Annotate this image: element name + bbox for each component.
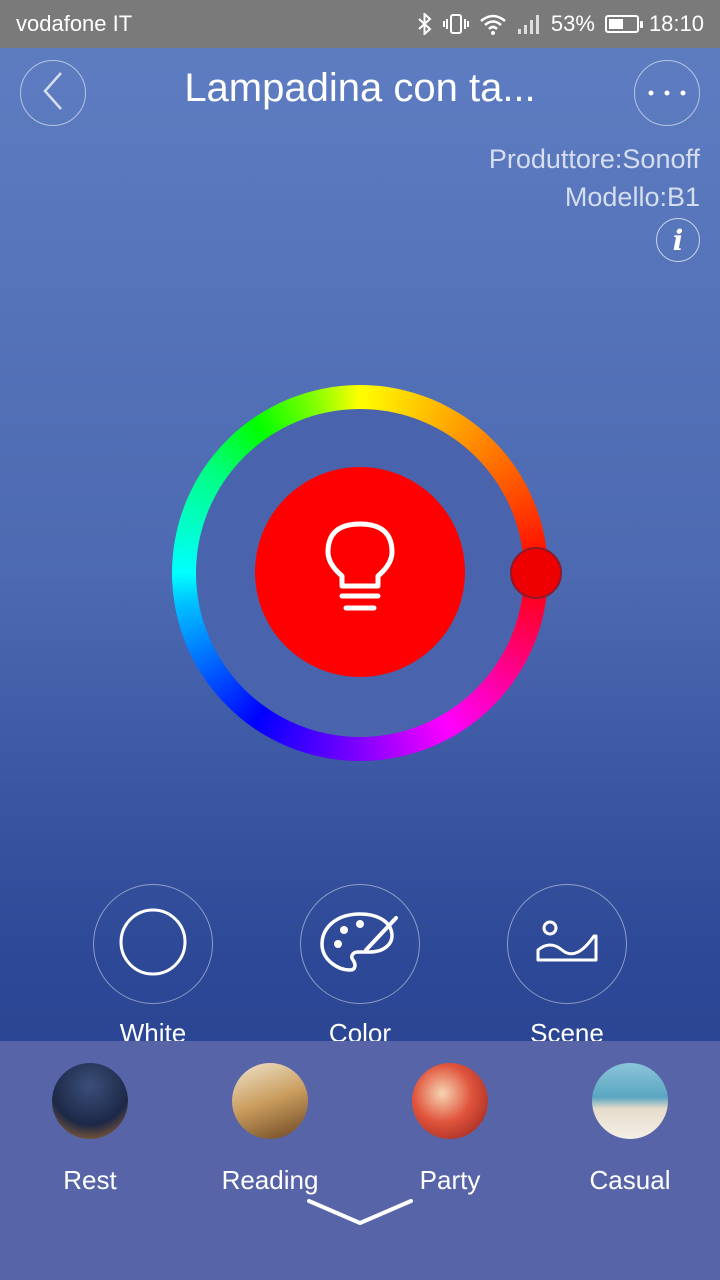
palette-icon (320, 910, 400, 979)
mode-scene-ring (507, 884, 627, 1004)
battery-percent: 53% (550, 11, 595, 36)
info-icon: i (672, 223, 684, 257)
vibrate-icon (442, 13, 469, 35)
header: Lampadina con ta... (0, 60, 720, 130)
carrier-name: vodafone IT (16, 11, 133, 36)
battery-icon (604, 15, 643, 33)
scene-rest-label: Rest (63, 1165, 117, 1195)
scene-reading-label: Reading (221, 1165, 319, 1195)
mode-white-button[interactable]: White (73, 884, 233, 1049)
more-options-button[interactable] (634, 60, 700, 126)
signal-icon (517, 13, 541, 35)
mode-scene-button[interactable]: Scene (487, 884, 647, 1049)
status-icons: 53% 18:10 (417, 11, 704, 37)
bulb-toggle-button[interactable] (255, 467, 465, 677)
scene-party-label: Party (419, 1165, 481, 1195)
more-dots-icon (645, 84, 689, 102)
mode-selector: White Color Scene (0, 884, 720, 1048)
bluetooth-icon (417, 13, 433, 35)
mode-color-button[interactable]: Color (280, 884, 440, 1049)
model-label: Modello:B1 (564, 182, 700, 212)
scene-party-button[interactable]: Party (380, 1063, 520, 1196)
scene-casual-label: Casual (589, 1165, 671, 1195)
scene-casual-button[interactable]: Casual (560, 1063, 700, 1196)
mode-white-ring (93, 884, 213, 1004)
scene-party-thumbnail (412, 1063, 488, 1139)
page-title: Lampadina con ta... (184, 66, 536, 110)
circle-icon (118, 907, 188, 982)
scene-rest-thumbnail (52, 1063, 128, 1139)
lightbulb-icon (324, 520, 396, 625)
wifi-icon (479, 13, 507, 35)
scene-casual-thumbnail (592, 1063, 668, 1139)
info-button[interactable]: i (656, 218, 700, 262)
back-button[interactable] (20, 60, 86, 126)
chevron-left-icon (41, 71, 65, 116)
battery-fill (608, 19, 623, 29)
chevron-down-icon (305, 1199, 415, 1239)
mode-color-ring (300, 884, 420, 1004)
scene-rest-button[interactable]: Rest (20, 1063, 160, 1196)
color-picker-knob[interactable] (510, 547, 562, 599)
clock: 18:10 (648, 11, 704, 36)
collapse-panel-button[interactable] (305, 1195, 415, 1235)
scene-reading-thumbnail (232, 1063, 308, 1139)
device-meta: Produttore:Sonoff Modello:B1 (489, 140, 700, 216)
manufacturer-label: Produttore:Sonoff (488, 144, 700, 174)
scene-panel: Rest Reading Party Casual (0, 1041, 720, 1280)
landscape-icon (534, 918, 600, 971)
status-bar: vodafone IT 53% 18:10 (0, 0, 720, 48)
scene-reading-button[interactable]: Reading (200, 1063, 340, 1196)
